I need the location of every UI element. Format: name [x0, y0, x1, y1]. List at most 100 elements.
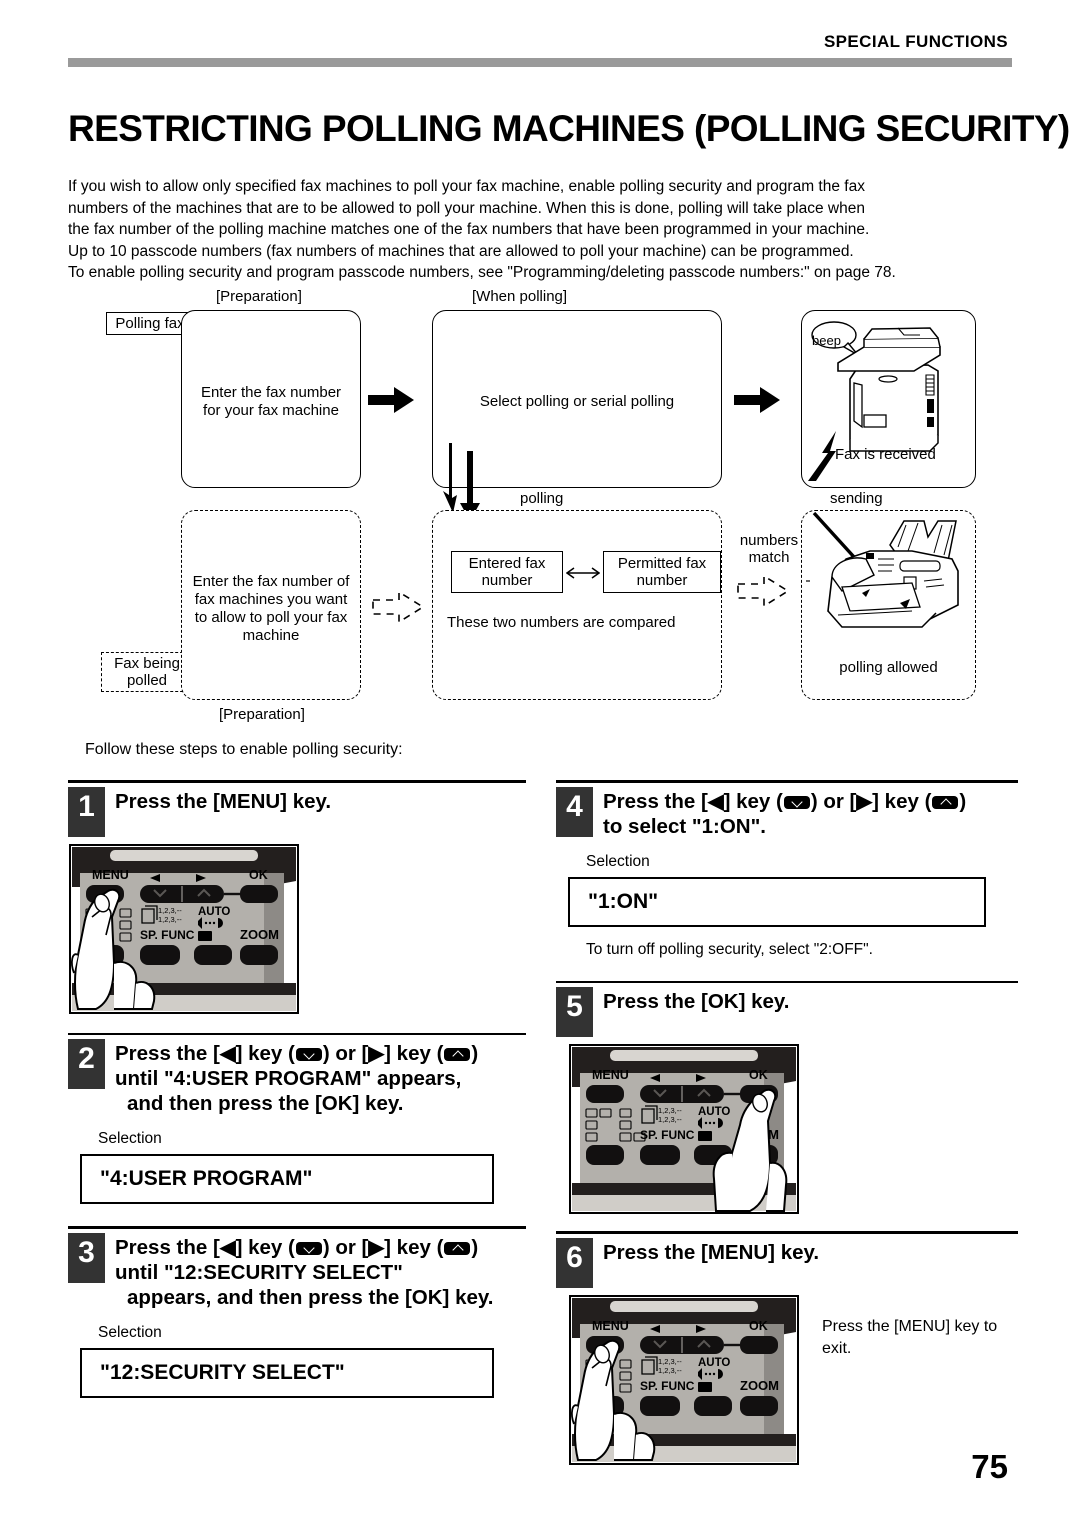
- step-2-line-2: until "4:USER PROGRAM" appears,: [115, 1067, 462, 1090]
- step-3-line-3: appears, and then press the [OK] key.: [127, 1285, 494, 1309]
- box-enter-allowed-line2: fax machines you want: [194, 591, 348, 608]
- step-4-line-2: to select "1:ON".: [603, 814, 766, 838]
- svg-text:MENU: MENU: [92, 868, 129, 882]
- compare-arrow-icon: [565, 566, 601, 585]
- box-entered-fax-line2: number: [481, 572, 533, 589]
- step-3-selection-label: Selection: [98, 1323, 162, 1341]
- step-4-title-d: ] key (: [872, 789, 932, 813]
- svg-text:OK: OK: [249, 868, 268, 882]
- polling-flow-diagram: [Preparation] [When polling] [Preparatio…: [68, 288, 1018, 728]
- flow-arrow-2-icon: [734, 387, 780, 418]
- box-enter-own-fax-line2: for your fax machine: [203, 402, 339, 419]
- label-fax-received: Fax is received: [835, 446, 936, 463]
- box-enter-own-fax-number: Enter the fax number for your fax machin…: [181, 310, 361, 488]
- dashed-flow-arrow-2-icon: [736, 574, 792, 613]
- step-3-selection-display: "12:SECURITY SELECT": [80, 1347, 494, 1398]
- step-6-sidenote: Press the [MENU] key to exit.: [822, 1316, 997, 1360]
- box-entered-fax-number: Entered fax number: [451, 551, 563, 593]
- step-4-note: To turn off polling security, select "2:…: [586, 940, 873, 958]
- box-permitted-fax-number: Permitted fax number: [603, 551, 721, 593]
- header-rule: [68, 58, 1012, 67]
- box-number-comparison: Entered fax number Permitted fax number …: [432, 510, 722, 700]
- step-3-heading: 3 Press the [◀] key () or [▶] key () unt…: [68, 1229, 526, 1310]
- box-enter-allowed-line1: Enter the fax number of: [192, 573, 350, 590]
- box-enter-allowed-line4: machine: [242, 627, 300, 644]
- step-4-number: 4: [556, 786, 593, 837]
- steps-column-left: 1 Press the [MENU] key. MENU OK 1,2,3,--…: [68, 780, 526, 1402]
- flow-arrow-1-icon: [368, 387, 414, 418]
- svg-text:OK: OK: [749, 1068, 768, 1082]
- box-enter-own-fax-line1: Enter the fax number: [200, 384, 342, 401]
- step-2-selection-display: "4:USER PROGRAM": [80, 1154, 494, 1204]
- step-6-body: MENU OK 1,2,3,-- 1,2,3,-- SP. FUNC AUTO …: [556, 1294, 1018, 1466]
- step-5-number: 5: [556, 987, 593, 1037]
- step-2-title-a: Press the [: [115, 1042, 220, 1065]
- svg-text:AUTO: AUTO: [198, 906, 230, 918]
- svg-text:OK: OK: [749, 1319, 768, 1333]
- page-number: 75: [971, 1448, 1008, 1485]
- step-3-title-b: ] key (: [235, 1235, 295, 1259]
- svg-text:SP. FUNC: SP. FUNC: [640, 1128, 695, 1142]
- svg-text:1,2,3,--: 1,2,3,--: [658, 1357, 682, 1366]
- box-enter-allowed-numbers: Enter the fax number of fax machines you…: [181, 510, 361, 700]
- step-6-number: 6: [556, 1237, 593, 1288]
- down-key-glyph-icon: [295, 1048, 322, 1062]
- step-2-heading: 2 Press the [◀] key () or [▶] key () unt…: [68, 1035, 526, 1116]
- fax-machine-illustration-icon: [806, 511, 959, 628]
- step-2-title-b: ] key (: [235, 1042, 295, 1065]
- box-fax-received: beep Fax is received: [801, 310, 976, 488]
- step-6-heading: 6 Press the [MENU] key.: [556, 1234, 1018, 1288]
- box-entered-fax-line1: Entered fax: [468, 555, 546, 572]
- step-2-title-d: ] key (: [384, 1042, 444, 1065]
- step-2-selection-label: Selection: [98, 1130, 162, 1147]
- down-key-glyph-icon: [295, 1241, 322, 1255]
- section-header-label: SPECIAL FUNCTIONS: [823, 32, 1008, 51]
- label-beep: beep: [812, 333, 841, 348]
- step-3-number: 3: [68, 1232, 105, 1283]
- label-numbers-match-line2: match: [748, 549, 790, 566]
- step-4-title-a: Press the [: [603, 789, 708, 813]
- box-permitted-fax-line1: Permitted fax: [617, 555, 707, 572]
- tag-fax-being-polled: Fax being polled: [101, 652, 193, 692]
- step-1-title: Press the [MENU] key.: [115, 789, 332, 813]
- label-numbers-match: numbers match: [730, 532, 808, 566]
- caption-preparation-top: [Preparation]: [216, 288, 302, 305]
- svg-text:1,2,3,--: 1,2,3,--: [158, 915, 182, 924]
- step-4-title: Press the [◀] key () or [▶] key () to se…: [603, 789, 967, 838]
- label-numbers-compared: These two numbers are compared: [447, 614, 676, 631]
- control-panel-illustration-step1: MENU OK 1,2,3,-- 1,2,3,-- SP. FUNC AUTO …: [68, 843, 526, 1015]
- step-1-heading: 1 Press the [MENU] key.: [68, 783, 526, 837]
- step-4-title-b: ] key (: [723, 789, 783, 813]
- step-2-title: Press the [◀] key () or [▶] key () until…: [115, 1042, 479, 1115]
- step-2-line-3: and then press the [OK] key.: [127, 1092, 404, 1115]
- tag-fax-being-polled-line1: Fax being: [114, 655, 180, 672]
- step-6-title: Press the [MENU] key.: [603, 1240, 820, 1264]
- step-5: 5 Press the [OK] key. MENU OK 1,2,3,-- 1…: [556, 980, 1018, 1216]
- svg-text:MENU: MENU: [592, 1319, 629, 1333]
- up-key-glyph-icon: [444, 1048, 471, 1062]
- step-3-title-d: ] key (: [384, 1235, 444, 1259]
- intro-line-1: If you wish to allow only specified fax …: [68, 178, 865, 195]
- intro-paragraph: If you wish to allow only specified fax …: [68, 176, 1018, 284]
- steps-column-right: 4 Press the [◀] key () or [▶] key () to …: [556, 780, 1018, 1470]
- step-4-title-e: ): [959, 789, 967, 813]
- svg-text:1,2,3,--: 1,2,3,--: [158, 906, 182, 915]
- intro-line-3: the fax number of the polling machine ma…: [68, 221, 870, 239]
- tag-fax-being-polled-line2: polled: [126, 672, 168, 689]
- up-key-glyph-icon: [444, 1241, 471, 1255]
- caption-when-polling: [When polling]: [472, 288, 568, 305]
- svg-text:SP. FUNC: SP. FUNC: [140, 928, 195, 942]
- step-3-title: Press the [◀] key () or [▶] key () until…: [115, 1235, 494, 1309]
- step-2-title-e: ): [471, 1042, 479, 1065]
- down-key-glyph-icon: [783, 795, 810, 809]
- box-enter-allowed-line3: to allow to poll your fax: [194, 609, 348, 626]
- control-panel-illustration-step6: MENU OK 1,2,3,-- 1,2,3,-- SP. FUNC AUTO …: [568, 1294, 800, 1466]
- step-2: 2 Press the [◀] key () or [▶] key () unt…: [68, 1032, 526, 1204]
- caption-preparation-bottom: [Preparation]: [219, 706, 305, 723]
- svg-text:ZOOM: ZOOM: [740, 1378, 779, 1393]
- up-key-glyph-icon: [932, 795, 959, 809]
- step-6-sidenote-line1: Press the [MENU] key to: [822, 1317, 998, 1335]
- box-polling-allowed: polling allowed: [801, 510, 976, 700]
- box-select-polling-text: Select polling or serial polling: [479, 393, 675, 410]
- step-4-title-c: ) or [: [810, 789, 857, 813]
